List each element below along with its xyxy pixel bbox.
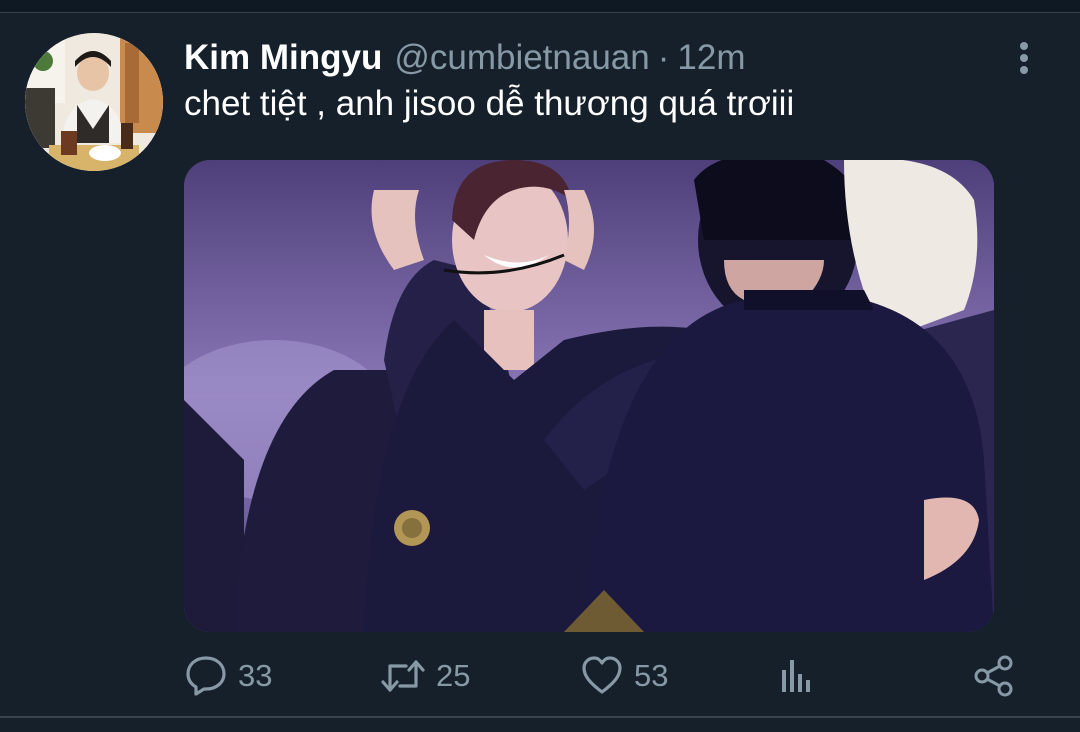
- retweet-button[interactable]: 25: [380, 650, 470, 702]
- analytics-button[interactable]: [776, 650, 816, 702]
- tweet-actions: 33 25 53: [184, 650, 1020, 702]
- top-divider: [0, 0, 1080, 13]
- like-button[interactable]: 53: [580, 650, 668, 702]
- like-count: 53: [634, 658, 669, 693]
- heart-icon: [580, 654, 624, 698]
- tweet-text: chet tiệt , anh jisoo dễ thương quá trơi…: [184, 84, 795, 123]
- reply-icon: [184, 654, 228, 698]
- avatar[interactable]: [25, 33, 163, 171]
- analytics-icon: [776, 654, 816, 698]
- separator-dot: ·: [657, 38, 670, 77]
- author-handle[interactable]: @cumbietnauan: [394, 38, 649, 78]
- retweet-icon: [380, 654, 426, 698]
- retweet-count: 25: [436, 658, 471, 693]
- share-button[interactable]: [972, 650, 1016, 702]
- timestamp[interactable]: 12m: [677, 38, 745, 78]
- more-vertical-icon[interactable]: [1008, 40, 1040, 76]
- reply-count: 33: [238, 658, 273, 693]
- tweet-header: Kim Mingyu @cumbietnauan · 12m: [184, 38, 746, 82]
- author-name[interactable]: Kim Mingyu: [184, 38, 382, 78]
- tweet-media-image[interactable]: [184, 160, 994, 632]
- share-icon: [972, 654, 1016, 698]
- reply-button[interactable]: 33: [184, 650, 272, 702]
